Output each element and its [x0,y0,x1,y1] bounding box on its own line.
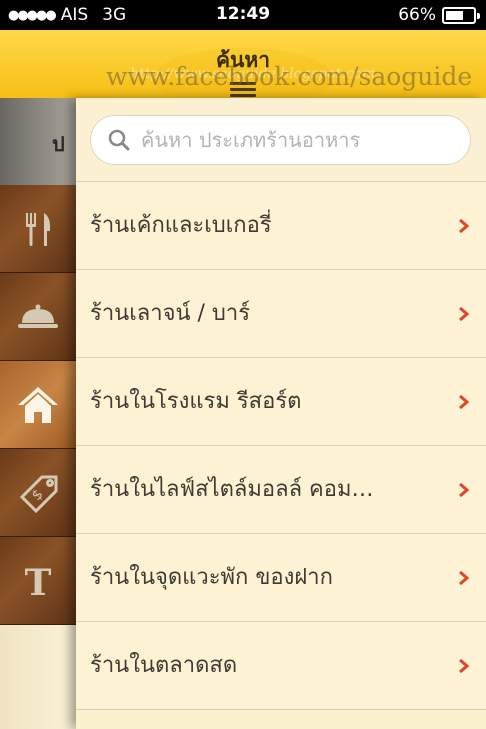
sidebar-bottom [0,625,76,729]
watermark: www.facebook.com/saoguide [106,62,473,91]
search-bar [76,98,486,182]
status-bar: ●●●●● AIS 3G 12:49 66% [0,0,486,30]
list-item[interactable]: ร้านในโรงแรม รีสอร์ต [76,358,486,446]
list-item-label: ร้านเลาจน์ / บาร์ [90,301,251,326]
svg-text:T: T [25,562,52,604]
list-item[interactable]: ร้านเค้กและเบเกอรี่ [76,182,486,270]
sidebar: ป $ T [0,98,76,729]
list-item-label: ร้านในตลาดสด [90,653,238,678]
price-tag-icon: $ [19,475,58,513]
search-icon [108,129,130,151]
list-item-label: ร้านเค้กและเบเกอรี่ [90,213,272,238]
fork-knife-icon [26,212,51,246]
sidebar-item-restaurant[interactable] [0,185,76,273]
main-panel: ร้านเค้กและเบเกอรี่ ร้านเลาจน์ / บาร์ ร้… [76,98,486,729]
sidebar-item-dining[interactable] [0,273,76,361]
list-item[interactable]: ร้านในตลาดสด [76,622,486,710]
chevron-right-icon [459,570,470,586]
battery-icon [442,6,480,24]
chevron-right-icon [459,394,470,410]
chevron-right-icon [459,218,470,234]
letter-t-icon: T [25,562,52,604]
sidebar-top: ป [0,98,76,185]
sidebar-item-shopping[interactable]: $ [0,449,76,537]
sidebar-item-travel[interactable]: T [0,537,76,625]
header-bar: http://www.saoguide.blogspot.com ค้นหา w… [0,30,486,108]
chevron-right-icon [459,658,470,674]
list-item[interactable]: ร้านเลาจน์ / บาร์ [76,270,486,358]
search-field[interactable] [90,115,471,165]
chevron-right-icon [459,482,470,498]
home-icon [18,386,58,423]
status-right: 66% [398,5,480,25]
list-item-label: ร้านในโรงแรม รีสอร์ต [90,389,302,414]
list-item-label: ร้านในไลฟ์สไตล์มอลล์ คอม… [90,477,374,502]
chevron-right-icon [459,306,470,322]
sidebar-peek-text: ป [52,132,65,156]
category-list: ร้านเค้กและเบเกอรี่ ร้านเลาจน์ / บาร์ ร้… [76,182,486,710]
battery-percent: 66% [398,5,436,25]
list-item[interactable]: ร้านในจุดแวะพัก ของฝาก [76,534,486,622]
cloche-icon [18,304,58,328]
search-input[interactable] [141,128,461,152]
list-item-label: ร้านในจุดแวะพัก ของฝาก [90,565,333,590]
sidebar-item-hotel[interactable] [0,361,76,449]
list-item[interactable]: ร้านในไลฟ์สไตล์มอลล์ คอม… [76,446,486,534]
